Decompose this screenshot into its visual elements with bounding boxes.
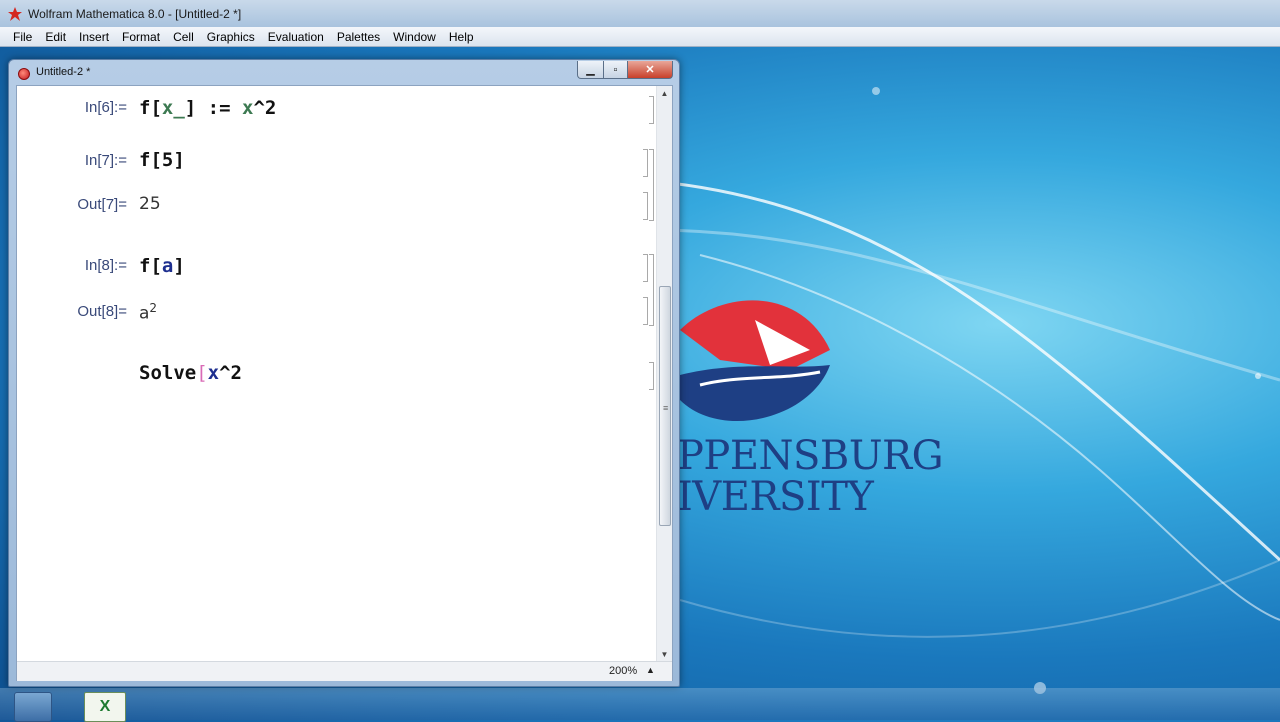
in6-part: f[ [139, 97, 162, 119]
in6-input[interactable]: f[x_] := x^2 [139, 97, 276, 119]
excel-icon[interactable]: X [84, 692, 126, 722]
scroll-down-arrow[interactable]: ▼ [657, 647, 672, 661]
menu-insert[interactable]: Insert [71, 30, 114, 44]
in7-label: In[7]:= [84, 152, 127, 169]
excel-glyph: X [99, 698, 111, 715]
open-bracket: [ [196, 362, 208, 384]
menu-edit[interactable]: Edit [37, 30, 71, 44]
cell-bracket[interactable] [643, 149, 648, 177]
menu-window[interactable]: Window [385, 30, 441, 44]
in6-part: ] := [184, 97, 242, 119]
menu-cell[interactable]: Cell [165, 30, 199, 44]
taskbar: X [0, 688, 1280, 722]
minimize-button[interactable]: ▁ [577, 61, 604, 79]
solve-var: x [207, 362, 220, 384]
notebook-title: Untitled-2 * [36, 66, 91, 78]
menu-format[interactable]: Format [114, 30, 165, 44]
cell-bracket[interactable] [643, 254, 648, 282]
notebook-client: In[6]:= f[x_] := x^2 In[7]:= f[5] Out[7]… [16, 85, 673, 681]
cell-group-bracket[interactable] [649, 254, 654, 326]
menu-palettes[interactable]: Palettes [329, 30, 385, 44]
cell-bracket[interactable] [649, 96, 654, 124]
menu-file[interactable]: File [5, 30, 37, 44]
notebook-window: Untitled-2 * ▁ ▫ ✕ In[6]:= f[x_] := x^2 … [8, 59, 680, 687]
in6-pattern: x_ [161, 97, 185, 119]
close-button[interactable]: ✕ [627, 61, 673, 79]
zoom-up-arrow-icon[interactable]: ▲ [646, 665, 655, 675]
taskbar-app-icon[interactable] [14, 692, 52, 722]
in7-input[interactable]: f[5] [139, 149, 185, 171]
logo-text-line2: IVERSITY [677, 474, 874, 520]
notebook-icon [18, 68, 30, 80]
out8-label: Out[8]= [77, 303, 127, 320]
app-title: Wolfram Mathematica 8.0 - [Untitled-2 *] [28, 6, 242, 21]
cell-bracket[interactable] [643, 297, 648, 325]
close-icon: ✕ [645, 64, 655, 76]
in8-symbol: a [161, 255, 174, 277]
in8-part: f[ [139, 255, 162, 277]
cell-group-bracket[interactable] [649, 149, 654, 221]
maximize-button[interactable]: ▫ [603, 61, 628, 79]
zoom-level[interactable]: 200% [609, 665, 637, 677]
minimize-icon: ▁ [586, 64, 595, 76]
in8-part: ] [173, 255, 185, 277]
app-titlebar[interactable]: Wolfram Mathematica 8.0 - [Untitled-2 *] [0, 0, 1280, 28]
menu-graphics[interactable]: Graphics [199, 30, 260, 44]
maximize-icon: ▫ [613, 63, 618, 76]
out8-base: a [139, 303, 150, 324]
logo-text-line1: PPENSBURG [677, 433, 944, 479]
solve-function: Solve [139, 362, 197, 384]
out7-output: 25 [139, 194, 161, 214]
in8-input[interactable]: f[a] [139, 255, 185, 277]
current-input[interactable]: Solve[x^2 [139, 362, 242, 384]
menu-help[interactable]: Help [441, 30, 479, 44]
solve-part: ^2 [219, 362, 242, 384]
out7-label: Out[7]= [77, 196, 127, 213]
status-bar: 200% ▲ [17, 661, 672, 681]
notebook-titlebar[interactable]: Untitled-2 * ▁ ▫ ✕ [9, 60, 679, 85]
out8-output: a2 [139, 301, 157, 324]
in6-label: In[6]:= [84, 99, 127, 116]
menubar: File Edit Insert Format Cell Graphics Ev… [0, 27, 1280, 47]
grip-icon: ≡ [663, 403, 669, 413]
scroll-up-arrow[interactable]: ▲ [657, 86, 672, 100]
cell-bracket[interactable] [643, 192, 648, 220]
vertical-scrollbar[interactable]: ▲ ≡ ▼ [656, 86, 672, 661]
scroll-thumb[interactable]: ≡ [659, 286, 671, 526]
cell-bracket[interactable] [649, 362, 654, 390]
mathematica-logo-icon [8, 6, 22, 21]
in6-part: ^2 [253, 97, 277, 119]
notebook-content[interactable]: In[6]:= f[x_] := x^2 In[7]:= f[5] Out[7]… [17, 86, 657, 661]
menu-evaluation[interactable]: Evaluation [260, 30, 329, 44]
in6-var: x [241, 97, 254, 119]
out8-exponent: 2 [149, 301, 158, 315]
in8-label: In[8]:= [84, 257, 127, 274]
